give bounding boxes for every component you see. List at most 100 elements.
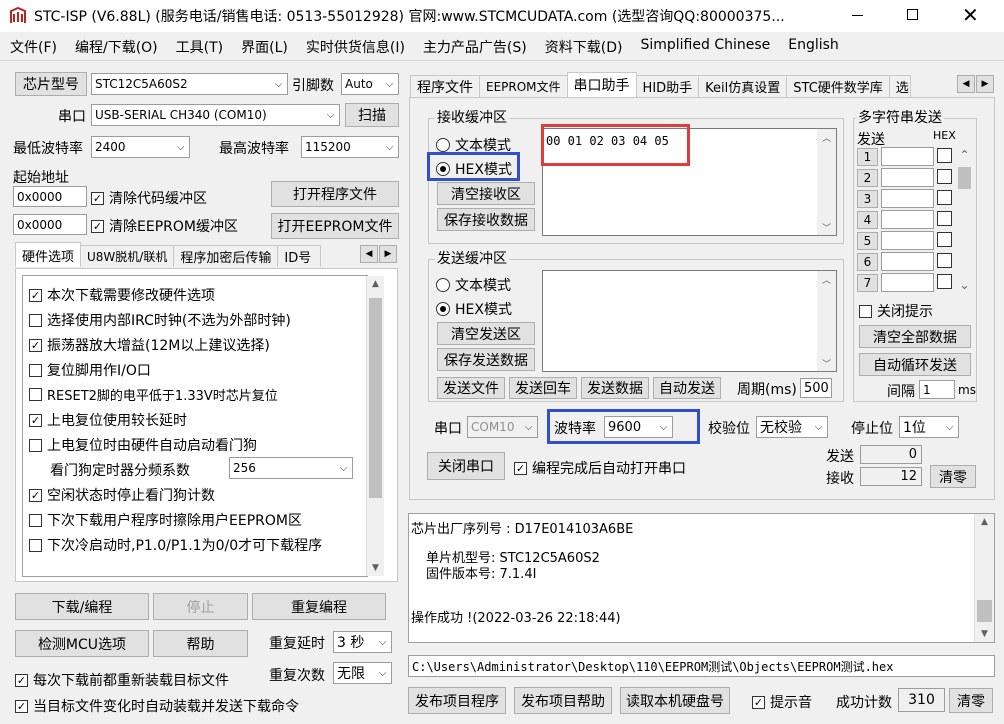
read-disk-id-button[interactable]: 读取本机硬盘号: [620, 687, 730, 714]
minimize-icon[interactable]: [852, 15, 863, 16]
clear-eeprom-checkbox[interactable]: ✓ 清除EEPROM缓冲区: [91, 216, 238, 236]
scroll-down-icon[interactable]: ▼: [367, 560, 384, 576]
scroll-up-icon[interactable]: ⌃: [956, 147, 973, 163]
clear-receive-button[interactable]: 清空接收区: [437, 182, 535, 205]
min-baud-select[interactable]: 2400 ⌵: [91, 136, 190, 158]
menu-interface[interactable]: 界面(L): [241, 37, 288, 57]
menu-lang-cn[interactable]: Simplified Chinese: [640, 37, 770, 57]
repeat-count-select[interactable]: 无限 ⌵: [333, 662, 392, 684]
scroll-down-icon[interactable]: ▼: [975, 626, 994, 642]
pin-count-select[interactable]: Auto ⌵: [341, 73, 399, 95]
send-enter-button[interactable]: 发送回车: [509, 377, 577, 399]
publish-program-button[interactable]: 发布项目程序: [408, 687, 506, 714]
start-address-input-1[interactable]: 0x0000: [13, 186, 87, 207]
option-reset2-level[interactable]: RESET2脚的电平低于1.33V时芯片复位: [29, 385, 278, 404]
option-hw-watchdog[interactable]: 上电复位时由硬件自动启动看门狗: [29, 435, 257, 455]
auto-reload-checkbox[interactable]: ✓ 当目标文件变化时自动装载并发送下载命令: [15, 696, 299, 716]
tab-keil-sim[interactable]: Keil仿真设置: [698, 75, 788, 97]
scroll-down-icon[interactable]: ﹀: [817, 355, 836, 371]
hardware-options-scrollbar[interactable]: ▲ ▼: [366, 276, 384, 576]
detect-mcu-button[interactable]: 检测MCU选项: [15, 630, 149, 657]
open-program-button[interactable]: 打开程序文件: [271, 181, 399, 207]
tab-id[interactable]: ID号: [277, 245, 322, 267]
interval-input[interactable]: 1: [919, 380, 955, 399]
open-eeprom-button[interactable]: 打开EEPROM文件: [271, 213, 399, 239]
max-baud-select[interactable]: 115200 ⌵: [301, 136, 399, 158]
tab-program-file[interactable]: 程序文件: [410, 75, 480, 97]
send-text-mode-radio[interactable]: 文本模式: [436, 275, 511, 295]
multi-send-2-input[interactable]: [881, 168, 934, 187]
auto-open-port-checkbox[interactable]: ✓ 编程完成后自动打开串口: [514, 458, 686, 478]
multi-string-scrollbar[interactable]: ⌃ ⌄: [956, 147, 973, 293]
multi-send-3-button[interactable]: 3: [857, 190, 878, 208]
multi-hex-7-checkbox[interactable]: [937, 274, 957, 289]
multi-hex-3-checkbox[interactable]: [937, 190, 957, 205]
option-reset-io[interactable]: 复位脚用作I/O口: [29, 360, 151, 380]
chip-model-button[interactable]: 芯片型号: [15, 72, 87, 96]
publish-help-button[interactable]: 发布项目帮助: [514, 687, 612, 714]
menu-downloads[interactable]: 资料下载(D): [545, 37, 623, 57]
multi-hex-2-checkbox[interactable]: [937, 169, 957, 184]
clear-send-button[interactable]: 清空发送区: [437, 322, 535, 345]
scan-button[interactable]: 扫描: [345, 103, 399, 127]
save-receive-button[interactable]: 保存接收数据: [437, 208, 535, 231]
tab-encrypted[interactable]: 程序加密后传输: [173, 245, 279, 267]
multi-send-3-input[interactable]: [881, 189, 934, 208]
multi-hex-6-checkbox[interactable]: [937, 253, 957, 268]
option-cold-start-p10[interactable]: 下次冷启动时,P1.0/P1.1为0/0才可下载程序: [29, 535, 322, 555]
scroll-thumb[interactable]: [977, 600, 992, 622]
option-erase-eeprom[interactable]: 下次下载用户程序时擦除用户EEPROM区: [29, 510, 302, 530]
tab-hid-assistant[interactable]: HID助手: [635, 75, 700, 97]
reprogram-button[interactable]: 重复编程: [252, 593, 386, 620]
scroll-down-icon[interactable]: ﹀: [817, 219, 836, 235]
tab-u8w[interactable]: U8W脱机/联机: [80, 245, 175, 267]
tab-serial-assistant[interactable]: 串口助手: [566, 72, 637, 97]
menu-tools[interactable]: 工具(T): [176, 37, 223, 57]
period-input[interactable]: 500: [800, 378, 832, 398]
multi-send-6-button[interactable]: 6: [857, 253, 878, 271]
scroll-up-icon[interactable]: ▲: [367, 276, 384, 292]
multi-send-7-button[interactable]: 7: [857, 274, 878, 292]
stop-button[interactable]: 停止: [153, 593, 248, 620]
save-send-button[interactable]: 保存发送数据: [437, 348, 535, 371]
scroll-thumb[interactable]: [958, 167, 971, 189]
reload-each-checkbox[interactable]: ✓ 每次下载前都重新装载目标文件: [15, 670, 229, 690]
multi-send-4-input[interactable]: [881, 210, 934, 229]
maximize-icon[interactable]: [907, 9, 918, 20]
help-button[interactable]: 帮助: [153, 630, 248, 657]
clear-success-button[interactable]: 清零: [949, 688, 993, 713]
auto-loop-send-button[interactable]: 自动循环发送: [859, 353, 971, 376]
close-hint-checkbox[interactable]: 关闭提示: [859, 301, 933, 321]
send-file-button[interactable]: 发送文件: [437, 377, 505, 399]
clear-code-checkbox[interactable]: ✓ 清除代码缓冲区: [91, 188, 207, 208]
close-serial-button[interactable]: 关闭串口: [427, 452, 505, 480]
serial-port-select[interactable]: COM10 ⌵: [467, 416, 538, 438]
tab-scroll-right-icon[interactable]: ▶: [976, 75, 994, 93]
start-address-input-2[interactable]: 0x0000: [13, 214, 87, 235]
scroll-up-icon[interactable]: ︿: [817, 129, 836, 145]
option-internal-irc[interactable]: 选择使用内部IRC时钟(不选为外部时钟): [29, 310, 291, 330]
send-buffer-textarea[interactable]: [542, 270, 837, 372]
tab-scroll-left-icon[interactable]: ◀: [360, 245, 378, 263]
scroll-up-icon[interactable]: ▲: [975, 514, 994, 530]
sound-checkbox[interactable]: ✓ 提示音: [752, 692, 812, 712]
menu-ads[interactable]: 主力产品广告(S): [423, 37, 527, 57]
parity-select[interactable]: 无校验 ⌵: [756, 416, 828, 438]
menu-program[interactable]: 编程/下载(O): [75, 37, 158, 57]
chip-model-select[interactable]: STC12C5A60S2 ⌵: [91, 73, 288, 95]
repeat-delay-select[interactable]: 3 秒 ⌵: [333, 631, 392, 653]
tab-hardware-options[interactable]: 硬件选项: [15, 242, 82, 267]
tab-eeprom-file[interactable]: EEPROM文件: [479, 75, 568, 97]
multi-hex-4-checkbox[interactable]: [937, 211, 957, 226]
multi-send-1-input[interactable]: [881, 147, 934, 166]
download-button[interactable]: 下载/编程: [15, 593, 149, 620]
clear-all-data-button[interactable]: 清空全部数据: [859, 325, 971, 348]
close-icon[interactable]: ✕: [962, 3, 979, 27]
log-scrollbar[interactable]: ▲ ▼: [974, 514, 994, 642]
auto-send-button[interactable]: 自动发送: [653, 377, 721, 399]
option-long-delay[interactable]: ✓ 上电复位使用较长延时: [29, 410, 187, 430]
scroll-up-icon[interactable]: ︿: [817, 271, 836, 287]
clear-count-button[interactable]: 清零: [930, 465, 976, 488]
send-hex-mode-radio[interactable]: HEX模式: [436, 299, 512, 319]
menu-lang-en[interactable]: English: [788, 37, 839, 57]
